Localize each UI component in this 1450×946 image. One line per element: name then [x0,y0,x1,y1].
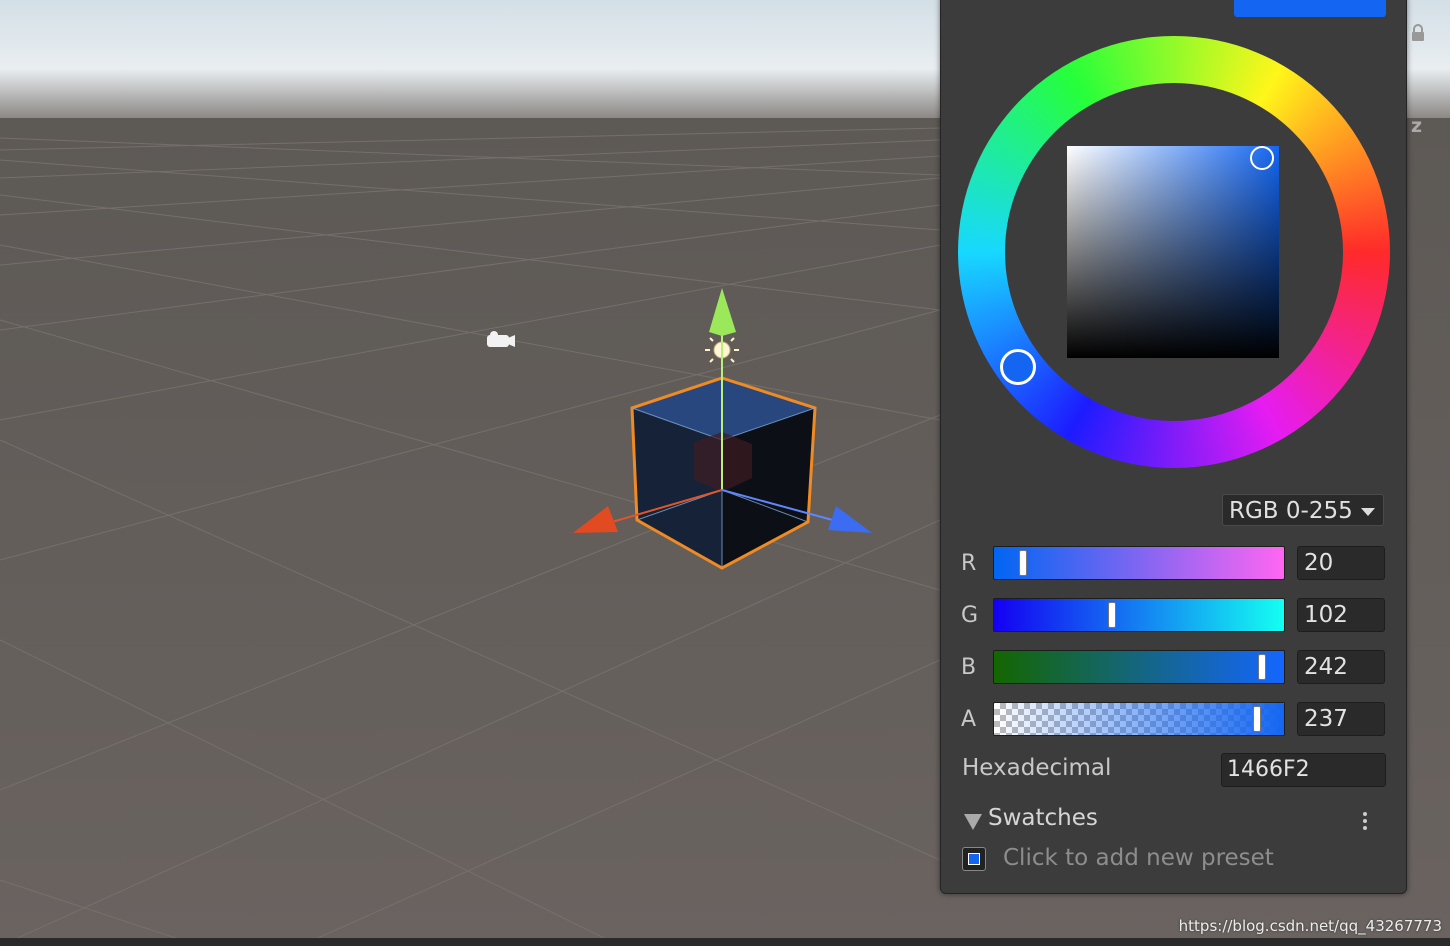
add-preset-link[interactable]: Click to add new preset [1003,845,1274,871]
preset-swatch[interactable] [962,847,986,871]
slider-thumb-a[interactable] [1253,706,1261,732]
saturation-value-square[interactable] [1067,146,1279,358]
current-color-swatch[interactable] [1234,0,1386,17]
slider-thumb-g[interactable] [1108,602,1116,628]
slider-b[interactable] [993,650,1285,684]
lock-icon[interactable] [1410,24,1426,42]
channel-label-a: A [961,707,977,732]
slider-a[interactable] [993,702,1285,736]
value-field-a[interactable]: 237 [1297,702,1385,736]
color-mode-dropdown[interactable]: RGB 0-255 [1222,494,1384,526]
swatches-collapse-icon[interactable] [964,814,982,830]
swatches-title[interactable]: Swatches [988,805,1098,831]
value-field-g[interactable]: 102 [1297,598,1385,632]
hex-label: Hexadecimal [962,755,1112,781]
hex-input[interactable]: 1466F2 [1221,753,1386,787]
hue-handle[interactable] [1000,349,1036,385]
color-picker-panel: RGB 0-255 R 20 G 102 B 242 A 237 Hexadec… [940,0,1407,894]
saturation-value-handle[interactable] [1250,146,1274,170]
color-mode-label: RGB 0-255 [1229,498,1353,524]
value-field-r[interactable]: 20 [1297,546,1385,580]
color-wheel[interactable] [958,36,1390,468]
chevron-down-icon [1361,508,1375,516]
z-axis-label: z [1411,115,1423,137]
slider-g[interactable] [993,598,1285,632]
more-options-icon[interactable] [1361,810,1369,834]
slider-thumb-b[interactable] [1258,654,1266,680]
channel-label-g: G [961,603,979,628]
slider-thumb-r[interactable] [1019,550,1027,576]
bottom-bar [0,938,1450,946]
value-field-b[interactable]: 242 [1297,650,1385,684]
channel-label-r: R [961,551,977,576]
slider-r[interactable] [993,546,1285,580]
watermark: https://blog.csdn.net/qq_43267773 [1178,917,1442,935]
channel-label-b: B [961,655,977,680]
